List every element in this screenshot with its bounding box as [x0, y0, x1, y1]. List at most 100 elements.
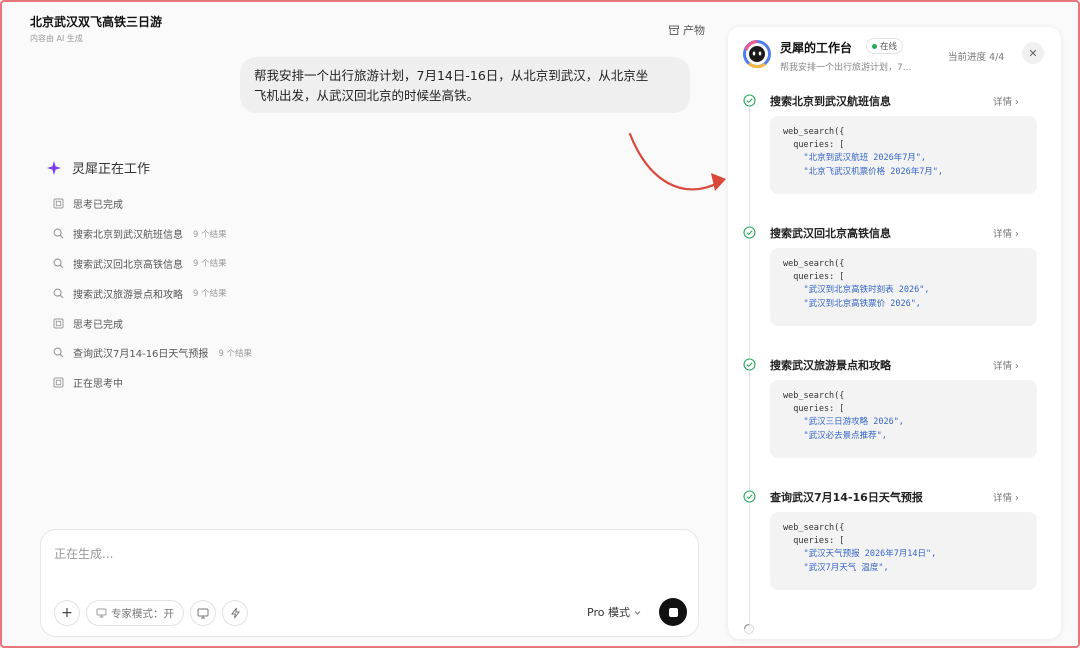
code-queries: queries: [: [793, 140, 845, 151]
chat-input-box[interactable]: 正在生成... + 专家模式：开 Pro 模式: [40, 529, 699, 637]
search-icon: [52, 287, 64, 299]
artifacts-label: 产物: [683, 24, 705, 37]
details-link[interactable]: 详情 ›: [993, 358, 1019, 372]
code-query-string: "武汉必去景点推荐",: [803, 430, 887, 441]
code-block: web_search({ queries: [ "北京到武汉航班 2026年7月…: [770, 116, 1037, 194]
step-label: 正在思考中: [73, 379, 123, 391]
panel-subtitle: 帮我安排一个出行旅游计划，7...: [780, 63, 912, 73]
code-query-string: "武汉7月天气 温度",: [803, 562, 889, 573]
agent-status: 灵犀正在工作: [46, 158, 150, 177]
code-fn: web_search({: [783, 127, 845, 137]
step-item[interactable]: 正在思考中: [52, 368, 252, 398]
code-queries: queries: [: [793, 404, 845, 415]
workspace-panel: 灵犀的工作台 在线 帮我安排一个出行旅游计划，7... 当前进度 4/4 ✕ 搜…: [728, 27, 1061, 639]
details-label: 详情: [993, 229, 1013, 240]
step-item[interactable]: 搜索武汉回北京高铁信息 9 个结果: [52, 249, 252, 279]
code-query-string: "武汉到北京高铁时刻表 2026",: [803, 285, 930, 296]
code-fn: web_search({: [783, 391, 845, 401]
panel-title: 灵犀的工作台: [780, 41, 853, 55]
chevron-down-icon: [634, 610, 641, 615]
sparkle-icon: [47, 160, 61, 175]
check-circle-icon: [743, 94, 756, 107]
online-label: 在线: [880, 42, 898, 52]
search-icon: [52, 228, 64, 240]
artifacts-button[interactable]: 产物: [668, 22, 705, 38]
user-message-line: 飞机出发，从武汉回北京的时候坐高铁。: [254, 88, 480, 103]
plus-icon: +: [61, 605, 73, 621]
check-circle-icon: [743, 226, 756, 239]
box-icon: [669, 25, 679, 35]
check-circle-icon: [743, 358, 756, 371]
screen-button[interactable]: [190, 600, 216, 626]
step-item[interactable]: 思考已完成: [52, 189, 252, 219]
check-circle-icon: [743, 490, 756, 503]
status-dot: [872, 43, 877, 49]
step-label: 思考已完成: [73, 319, 123, 331]
details-link[interactable]: 详情 ›: [993, 94, 1019, 108]
close-button[interactable]: ✕: [1022, 42, 1044, 64]
code-query-string: "北京飞武汉机票价格 2026年7月",: [803, 166, 944, 177]
input-toolbar: + 专家模式：开: [54, 600, 248, 626]
lightning-icon: [230, 607, 240, 619]
code-block: web_search({ queries: [ "武汉天气预报 2026年7月1…: [770, 512, 1037, 590]
code-fn: web_search({: [783, 523, 845, 533]
online-badge: 在线: [866, 38, 904, 54]
ai-generated-note: 内容由 AI 生成: [30, 34, 83, 43]
code-block: web_search({ queries: [ "武汉三日游攻略 2026", …: [770, 380, 1037, 458]
code-fn: web_search({: [783, 259, 845, 269]
chat-input-status: 正在生成...: [54, 547, 114, 561]
code-queries: queries: [: [793, 272, 845, 283]
code-block: web_search({ queries: [ "武汉到北京高铁时刻表 2026…: [770, 248, 1037, 326]
agent-working-label: 灵犀正在工作: [72, 162, 151, 177]
agent-steps-list: 思考已完成 搜索北京到武汉航班信息 9 个结果 搜索武汉回北京高铁信息 9 个结…: [52, 189, 252, 398]
page-title: 北京武汉双飞高铁三日游: [30, 15, 163, 29]
details-label: 详情: [993, 97, 1013, 108]
code-query-string: "北京到武汉航班 2026年7月",: [803, 153, 927, 164]
step-item[interactable]: 思考已完成: [52, 308, 252, 338]
close-icon: ✕: [1028, 46, 1038, 60]
task-name: 搜索武汉旅游景点和攻略: [770, 359, 891, 372]
step-item[interactable]: 搜索北京到武汉航班信息 9 个结果: [52, 219, 252, 249]
mode-selector[interactable]: Pro 模式: [587, 604, 642, 620]
stop-icon: [668, 607, 678, 617]
result-count: 9 个结果: [218, 348, 253, 359]
quick-action-button[interactable]: [222, 600, 248, 626]
details-link[interactable]: 详情 ›: [993, 490, 1019, 504]
monitor-icon: [197, 608, 209, 618]
step-label: 搜索武汉回北京高铁信息: [73, 259, 183, 271]
step-item[interactable]: 搜索武汉旅游景点和攻略 9 个结果: [52, 278, 252, 308]
add-button[interactable]: +: [54, 600, 80, 626]
annotation-arrow: [628, 132, 726, 191]
code-query-string: "武汉到北京高铁票价 2026",: [803, 298, 921, 309]
user-message-line: 帮我安排一个出行旅游计划，7月14日-16日，从北京到武汉，从北京坐: [254, 68, 649, 83]
task-card: 搜索武汉回北京高铁信息 详情 › web_search({ queries: […: [743, 224, 1048, 326]
think-icon: [52, 317, 64, 329]
code-queries: queries: [: [793, 536, 845, 547]
task-card: 查询武汉7月14-16日天气预报 详情 › web_search({ queri…: [743, 488, 1048, 590]
task-name: 搜索北京到武汉航班信息: [770, 95, 891, 108]
task-name: 搜索武汉回北京高铁信息: [770, 227, 891, 240]
step-label: 查询武汉7月14-16日天气预报: [73, 349, 209, 361]
step-label: 搜索北京到武汉航班信息: [73, 230, 183, 242]
details-label: 详情: [993, 361, 1013, 372]
result-count: 9 个结果: [193, 259, 227, 270]
monitor-icon: [96, 608, 107, 618]
details-link[interactable]: 详情 ›: [993, 226, 1019, 240]
loading-spinner-icon: [743, 623, 755, 635]
think-icon: [52, 377, 64, 389]
user-message-bubble: 帮我安排一个出行旅游计划，7月14日-16日，从北京到武汉，从北京坐 飞机出发，…: [240, 57, 690, 113]
mode-label: Pro 模式: [587, 606, 630, 619]
details-label: 详情: [993, 493, 1013, 504]
code-query-string: "武汉三日游攻略 2026",: [803, 417, 904, 428]
expert-mode-toggle[interactable]: 专家模式：开: [86, 600, 184, 626]
task-card: 搜索武汉旅游景点和攻略 详情 › web_search({ queries: […: [743, 356, 1048, 458]
step-item[interactable]: 查询武汉7月14-16日天气预报 9 个结果: [52, 338, 252, 368]
search-icon: [52, 347, 64, 359]
progress-indicator: 当前进度 4/4: [948, 52, 1005, 63]
expert-mode-label: 专家模式：开: [111, 607, 174, 620]
stop-button[interactable]: [659, 598, 687, 626]
lingxi-logo-icon: [743, 40, 771, 68]
step-label: 思考已完成: [73, 200, 123, 212]
result-count: 9 个结果: [193, 229, 227, 240]
task-name: 查询武汉7月14-16日天气预报: [770, 491, 923, 504]
